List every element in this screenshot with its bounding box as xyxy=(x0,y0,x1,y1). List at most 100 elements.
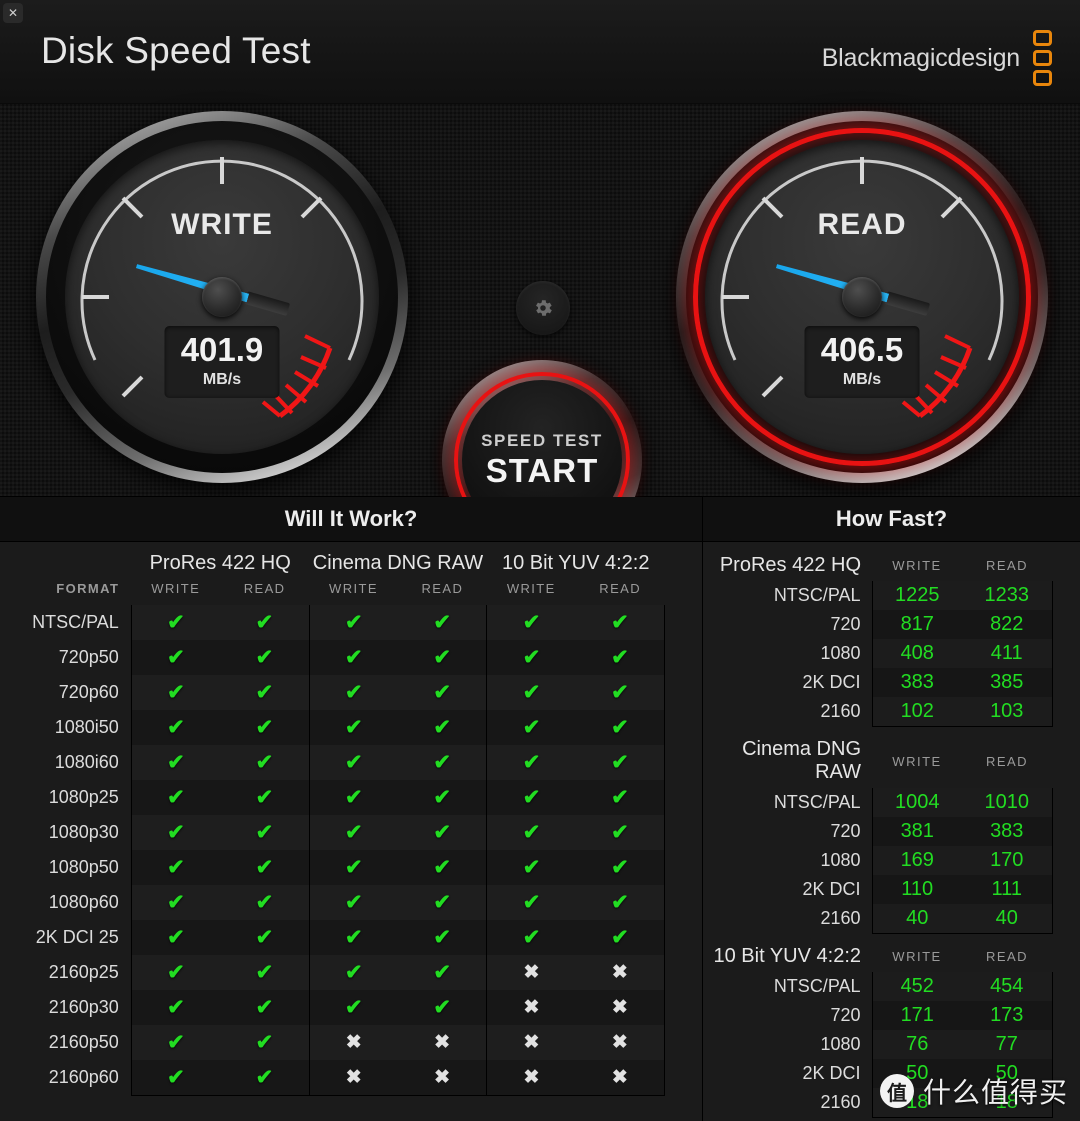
brand-marks-icon xyxy=(1033,30,1052,86)
write-speed-value: 110 xyxy=(871,875,962,904)
format-label: 2160p30 xyxy=(0,990,132,1025)
read-speed-value: 383 xyxy=(962,817,1053,846)
check-icon: ✔ xyxy=(167,681,185,704)
support-check-cell: ✔ xyxy=(220,710,310,745)
support-check-cell: ✔ xyxy=(130,1025,221,1060)
format-label: 1080p50 xyxy=(0,850,132,885)
support-check-cell: ✔ xyxy=(486,920,576,955)
support-check-cell: ✔ xyxy=(220,1025,310,1060)
check-icon: ✔ xyxy=(611,821,629,844)
check-icon: ✔ xyxy=(522,821,541,844)
check-icon: ✔ xyxy=(522,716,541,739)
write-gauge-readout: 401.9 MB/s xyxy=(164,326,280,398)
check-icon: ✔ xyxy=(344,646,363,669)
support-check-cell: ✔ xyxy=(130,675,221,710)
support-check-cell: ✔ xyxy=(130,640,221,675)
support-check-cell: ✔ xyxy=(220,675,310,710)
support-check-cell: ✔ xyxy=(220,640,310,675)
results-area: Will It Work? FORMAT ProRes 422 HQ Cinem… xyxy=(0,497,1080,1121)
resolution-label: 1080 xyxy=(703,846,872,875)
check-icon: ✔ xyxy=(344,681,363,704)
write-speed-value: 18 xyxy=(871,1088,962,1118)
how-fast-group-header: Cinema DNG RAW WRITE READ xyxy=(703,726,1080,788)
check-icon: ✔ xyxy=(433,891,451,914)
table-row: 720 381 383 xyxy=(703,817,1080,846)
support-check-cell: ✔ xyxy=(486,640,576,675)
support-check-cell: ✔ xyxy=(308,675,398,710)
write-speed-value: 171 xyxy=(871,1001,962,1030)
check-icon: ✔ xyxy=(522,751,541,774)
group-read-header: READ xyxy=(985,558,1029,573)
title-bar: ✕ Disk Speed Test Blackmagicdesign xyxy=(0,0,1080,104)
group-read-header: READ xyxy=(985,949,1029,965)
settings-button[interactable] xyxy=(516,281,570,335)
write-speed-value: 408 xyxy=(871,639,962,668)
check-icon: ✔ xyxy=(344,996,363,1019)
resolution-label: 2160 xyxy=(703,1088,872,1117)
format-label: 2160p50 xyxy=(0,1025,132,1060)
check-icon: ✔ xyxy=(611,856,629,879)
check-icon: ✔ xyxy=(433,926,451,949)
check-icon: ✔ xyxy=(611,681,629,704)
table-row: 1080 169 170 xyxy=(703,846,1080,875)
format-label: 720p50 xyxy=(0,640,132,675)
check-icon: ✔ xyxy=(167,786,185,809)
check-icon: ✔ xyxy=(611,646,629,669)
check-icon: ✔ xyxy=(167,891,185,914)
sub-header-write-0: WRITE xyxy=(151,581,201,596)
gear-icon xyxy=(536,300,552,316)
check-icon: ✔ xyxy=(344,751,363,774)
write-speed-value: 817 xyxy=(871,610,962,639)
check-icon: ✔ xyxy=(433,716,451,739)
support-check-cell: ✔ xyxy=(397,955,487,990)
format-label: 1080i60 xyxy=(0,745,132,780)
check-icon: ✔ xyxy=(255,926,274,949)
group-read-header: READ xyxy=(985,753,1029,769)
close-icon[interactable]: ✕ xyxy=(3,3,23,23)
read-gauge-face: READ 406.5 MB/s xyxy=(705,140,1019,454)
resolution-label: 720 xyxy=(703,1001,872,1030)
support-check-cell: ✔ xyxy=(308,990,398,1025)
support-check-cell: ✔ xyxy=(397,920,487,955)
check-icon: ✔ xyxy=(255,681,274,704)
support-check-cell: ✔ xyxy=(397,605,487,640)
format-label: 1080p30 xyxy=(0,815,132,850)
table-row: NTSC/PAL 1004 1010 xyxy=(703,788,1080,817)
table-row: 2K DCI 25 ✔ ✔ ✔ ✔ ✔ ✔ xyxy=(0,920,702,955)
check-icon: ✔ xyxy=(433,646,451,669)
check-icon: ✔ xyxy=(255,856,274,879)
support-check-cell: ✔ xyxy=(130,955,221,990)
resolution-label: 2160 xyxy=(703,904,872,933)
write-speed-unit: MB/s xyxy=(202,371,242,388)
check-icon: ✔ xyxy=(433,611,451,634)
support-check-cell: ✔ xyxy=(130,920,221,955)
table-row: 720 817 822 xyxy=(703,610,1080,639)
check-icon: ✔ xyxy=(167,961,185,984)
read-speed-value: 77 xyxy=(962,1030,1053,1059)
table-row: 2160p30 ✔ ✔ ✔ ✔ ✖ ✖ xyxy=(0,990,702,1025)
format-label: 2K DCI 25 xyxy=(0,920,132,955)
will-it-work-table: FORMAT ProRes 422 HQ Cinema DNG RAW 10 B… xyxy=(0,542,702,1096)
support-check-cell: ✔ xyxy=(308,920,398,955)
sub-header-write-1: WRITE xyxy=(329,581,378,596)
support-check-cell: ✔ xyxy=(308,605,398,640)
support-cross-cell: ✖ xyxy=(575,990,666,1025)
how-fast-table: ProRes 422 HQ WRITE READ NTSC/PAL 1225 1233 72… xyxy=(703,542,1080,1118)
support-check-cell: ✔ xyxy=(308,710,398,745)
table-row: 2K DCI 110 111 xyxy=(703,875,1080,904)
write-speed-value: 401.9 xyxy=(180,331,264,368)
table-row: 2160 18 18 xyxy=(703,1088,1080,1118)
check-icon: ✔ xyxy=(522,681,541,704)
brand-name: Blackmagicdesign xyxy=(821,43,1020,72)
support-check-cell: ✔ xyxy=(220,780,310,815)
write-gauge-hub xyxy=(202,277,242,317)
table-row: 720p50 ✔ ✔ ✔ ✔ ✔ ✔ xyxy=(0,640,702,675)
support-check-cell: ✔ xyxy=(220,815,310,850)
read-speed-value: 40 xyxy=(962,904,1053,934)
sub-header-read-2: READ xyxy=(599,581,641,596)
support-check-cell: ✔ xyxy=(397,710,487,745)
check-icon: ✔ xyxy=(167,716,185,739)
table-row: 1080i60 ✔ ✔ ✔ ✔ ✔ ✔ xyxy=(0,745,702,780)
check-icon: ✔ xyxy=(255,821,274,844)
table-row: 2160 40 40 xyxy=(703,904,1080,934)
